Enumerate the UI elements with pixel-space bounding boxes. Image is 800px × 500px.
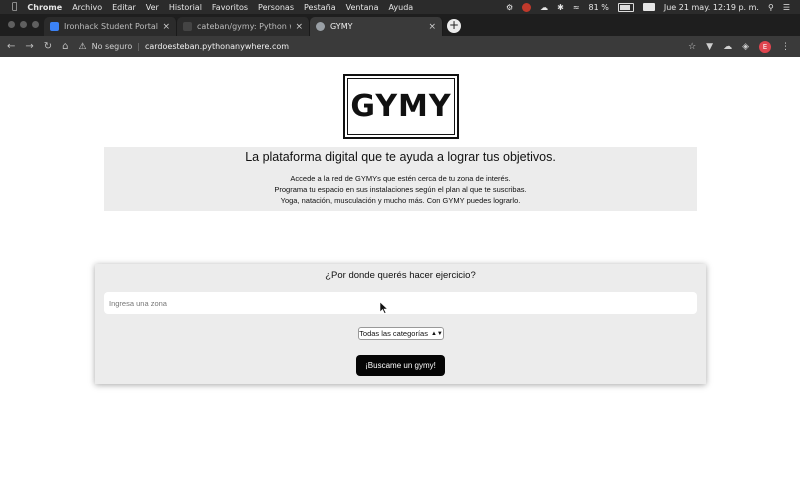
browser-toolbar: ← → ↻ ⌂ ⚠ No seguro | cardoesteban.pytho…	[0, 36, 800, 57]
back-arrow-icon[interactable]: ←	[7, 41, 15, 52]
input-source-icon[interactable]	[642, 3, 655, 11]
extension-icon[interactable]: ▼	[706, 42, 713, 52]
menu-ventana[interactable]: Ventana	[346, 3, 379, 12]
apple-icon[interactable]: 	[12, 2, 17, 12]
close-tab-icon[interactable]: ×	[162, 22, 170, 32]
extension-shield-icon[interactable]: ◈	[742, 42, 749, 52]
globe-icon	[316, 22, 325, 31]
zone-input[interactable]	[104, 292, 697, 314]
control-center-icon[interactable]: ☰	[783, 3, 790, 12]
intro-line-1: Accede a la red de GYMYs que estén cerca…	[290, 174, 511, 183]
menu-ayuda[interactable]: Ayuda	[388, 3, 413, 12]
menu-editar[interactable]: Editar	[112, 3, 136, 12]
more-options-icon[interactable]: ⋮	[781, 42, 790, 52]
search-card: ¿Por donde querés hacer ejercicio? Todas…	[95, 264, 706, 384]
zoom-window-button[interactable]	[32, 21, 39, 28]
gear-icon[interactable]: ⚙	[506, 3, 513, 12]
category-select[interactable]: Todas las categorías ▲▼	[358, 327, 444, 340]
tab-title: Ironhack Student Portal	[64, 22, 159, 31]
tab-github[interactable]: cateban/gymy: Python web ap ×	[177, 17, 310, 36]
tab-title: cateban/gymy: Python web ap	[197, 22, 291, 31]
select-arrows-icon: ▲▼	[430, 330, 443, 337]
tab-gymy[interactable]: GYMY ×	[310, 17, 443, 36]
window-controls	[8, 21, 39, 28]
menu-favoritos[interactable]: Favoritos	[212, 3, 248, 12]
menu-archivo[interactable]: Archivo	[72, 3, 102, 12]
logo-text: GYMY	[347, 78, 455, 135]
page-headline: La plataforma digital que te ayuda a log…	[245, 150, 556, 164]
clock[interactable]: Jue 21 may. 12:19 p. m.	[664, 3, 759, 12]
hero-section: La plataforma digital que te ayuda a log…	[104, 147, 697, 211]
home-icon[interactable]: ⌂	[62, 41, 68, 52]
close-window-button[interactable]	[8, 21, 15, 28]
reload-icon[interactable]: ↻	[44, 41, 52, 52]
category-selected-value: Todas las categorías	[359, 329, 428, 338]
close-tab-icon[interactable]: ×	[295, 22, 303, 32]
intro-line-2: Programa tu espacio en sus instalaciones…	[274, 185, 527, 194]
menu-bar:  Chrome Archivo Editar Ver Historial Fa…	[0, 0, 800, 14]
menu-personas[interactable]: Personas	[258, 3, 294, 12]
cloud-icon[interactable]: ☁	[540, 3, 548, 12]
extension-cloud-icon[interactable]: ☁	[723, 42, 732, 52]
forward-arrow-icon[interactable]: →	[25, 41, 33, 52]
tab-ironhack[interactable]: Ironhack Student Portal ×	[44, 17, 177, 36]
menu-ver[interactable]: Ver	[146, 3, 159, 12]
divider: |	[137, 42, 140, 51]
github-favicon-icon	[183, 22, 192, 31]
mouse-cursor-icon	[380, 302, 388, 314]
close-tab-icon[interactable]: ×	[428, 22, 436, 32]
battery-icon[interactable]	[617, 2, 634, 12]
menu-pestana[interactable]: Pestaña	[304, 3, 336, 12]
tab-strip: Ironhack Student Portal × cateban/gymy: …	[0, 14, 800, 36]
battery-percent: 81 %	[588, 2, 609, 12]
warning-icon[interactable]: ⚠	[79, 42, 87, 52]
search-question: ¿Por donde querés hacer ejercicio?	[325, 270, 476, 281]
url-text[interactable]: cardoesteban.pythonanywhere.com	[145, 42, 289, 51]
address-bar[interactable]: ⚠ No seguro | cardoesteban.pythonanywher…	[79, 39, 290, 54]
ironhack-favicon-icon	[50, 22, 59, 31]
bluetooth-icon[interactable]: ✱	[557, 3, 564, 12]
new-tab-button[interactable]: +	[447, 19, 461, 33]
menu-historial[interactable]: Historial	[169, 3, 202, 12]
search-icon[interactable]: ⚲	[768, 3, 774, 12]
page-viewport: GYMY La plataforma digital que te ayuda …	[0, 57, 800, 500]
search-gymy-button[interactable]: ¡Buscame un gymy!	[356, 355, 445, 376]
profile-avatar[interactable]: E	[759, 40, 771, 53]
wifi-icon[interactable]: ≈	[573, 3, 580, 12]
security-label[interactable]: No seguro	[92, 42, 133, 51]
tab-title: GYMY	[330, 22, 353, 31]
intro-line-3: Yoga, natación, musculación y mucho más.…	[280, 196, 521, 205]
record-icon[interactable]	[522, 2, 532, 12]
gymy-logo: GYMY	[343, 74, 459, 139]
minimize-window-button[interactable]	[20, 21, 27, 28]
bookmark-star-icon[interactable]: ☆	[688, 42, 696, 52]
menu-app-name[interactable]: Chrome	[27, 3, 62, 12]
